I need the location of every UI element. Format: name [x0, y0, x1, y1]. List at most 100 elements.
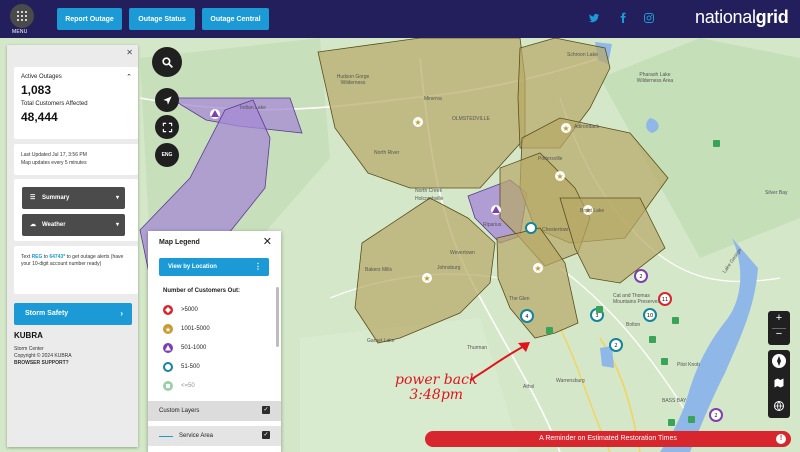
map-label: Hudson Gorge Wilderness [336, 74, 370, 86]
legend-close-icon[interactable]: ✕ [263, 235, 272, 248]
map-label: Chestertown [542, 227, 571, 233]
weather-dropdown-label: Weather [42, 222, 66, 228]
compass-icon [777, 356, 781, 366]
map-label: Johnsburg [437, 265, 461, 271]
summary-dropdown[interactable]: ☰ Summary ▾ [22, 187, 125, 209]
marker-circle-1 [525, 222, 537, 234]
map-label: Pharaoh Lake Wilderness Area [636, 72, 674, 84]
annotation-line2: 3:48pm [409, 387, 464, 403]
zoom-in-button[interactable]: + [768, 312, 790, 324]
svg-text:10: 10 [647, 313, 653, 319]
map-label: BASS BAY [662, 398, 687, 404]
active-outages-label: Active Outages [21, 74, 62, 80]
zoom-out-button[interactable]: − [768, 328, 790, 340]
legend-item-51-500: 51-500 [163, 361, 200, 373]
fullscreen-button[interactable] [155, 115, 179, 139]
svg-text:4: 4 [525, 314, 528, 320]
svg-text:2: 2 [639, 274, 642, 280]
marker-star-3: ★ [555, 171, 565, 181]
report-outage-button[interactable]: Report Outage [57, 8, 122, 30]
map-layers-icon[interactable] [773, 377, 785, 389]
storm-safety-label: Storm Safety [25, 310, 69, 317]
svg-text:★: ★ [165, 326, 171, 334]
svg-text:★: ★ [534, 264, 541, 273]
text-alert-keyword[interactable]: REG [32, 254, 43, 260]
marker-star-5: ★ [533, 263, 543, 273]
service-area-row[interactable]: Service Area ✓ [148, 426, 281, 446]
svg-text:★: ★ [414, 118, 421, 127]
text-alert-message: Text REG to 64743* to get outage alerts … [21, 254, 133, 268]
service-area-checkbox[interactable]: ✓ [262, 431, 270, 439]
instagram-icon[interactable] [643, 12, 655, 24]
storm-center-text: Storm Center [14, 346, 44, 352]
map-label: Athol [523, 384, 535, 390]
fullscreen-icon [162, 122, 172, 132]
panel-close-icon[interactable]: ✕ [126, 48, 133, 57]
map-label: Adirondack [574, 124, 600, 130]
view-by-location-label: View by Location [168, 264, 217, 270]
custom-layers-label: Custom Layers [159, 408, 200, 414]
marker-star-2: ★ [561, 123, 571, 133]
legend-label: 51-500 [181, 364, 200, 370]
facebook-icon[interactable] [617, 12, 629, 24]
active-outages-card: Active Outages ⌃ 1,083 Total Customers A… [14, 67, 138, 139]
locate-me-button[interactable] [155, 88, 179, 112]
legend-subtitle: Number of Customers Out: [163, 288, 241, 294]
map-label: Indian Lake [240, 105, 266, 111]
map-search-button[interactable] [152, 47, 182, 77]
service-area-line-icon [159, 436, 173, 437]
map-label: The Glen [509, 296, 530, 302]
legend-label: 1001-5000 [181, 326, 210, 332]
grid-menu-icon [17, 11, 27, 21]
chevron-up-icon[interactable]: ⌃ [126, 73, 132, 81]
custom-layers-checkbox[interactable]: ✓ [262, 406, 270, 414]
map-tools [768, 350, 790, 418]
legend-scrollbar[interactable] [276, 287, 279, 347]
outage-status-button[interactable]: Outage Status [129, 8, 195, 30]
map-label: Garnet Lake [367, 338, 395, 344]
weather-dropdown[interactable]: ☁ Weather ▾ [22, 214, 125, 236]
more-vertical-icon[interactable]: ⋮ [254, 262, 262, 271]
map-label: North Creek [415, 188, 442, 194]
twitter-icon[interactable] [588, 12, 600, 24]
menu-label: MENU [12, 29, 28, 35]
restoration-reminder-banner[interactable]: A Reminder on Estimated Restoration Time… [425, 431, 791, 447]
menu-button[interactable] [10, 4, 34, 28]
map-label: Riparius [483, 222, 502, 228]
map-label: Warrensburg [556, 378, 585, 384]
globe-icon[interactable] [773, 400, 785, 412]
text-alert-number[interactable]: 64743* [49, 254, 65, 260]
legend-label: <=50 [181, 383, 195, 389]
map-label: Minerva [424, 96, 442, 102]
marker-triangle-1 [210, 109, 220, 119]
active-outages-value: 1,083 [21, 83, 52, 97]
map-label: Schroon Lake [567, 52, 598, 58]
green-square-icon [163, 381, 173, 391]
map-label: Bakers Mills [365, 267, 392, 273]
marker-cluster-10: 10 [643, 308, 657, 322]
marker-star-1: ★ [413, 117, 423, 127]
map-label: Pottersville [538, 156, 563, 162]
view-by-location-button[interactable]: View by Location ⋮ [159, 258, 269, 276]
map-label: Bolton [626, 322, 641, 328]
custom-layers-row[interactable]: Custom Layers ✓ [148, 401, 281, 421]
gold-star-icon: ★ [163, 324, 173, 334]
browser-support-link[interactable]: BROWSER SUPPORT? [14, 360, 72, 367]
svg-text:2: 2 [714, 413, 717, 419]
legend-item-501-1000: 501-1000 [163, 342, 206, 354]
teal-circle-icon [163, 362, 173, 372]
alert-icon: ! [776, 434, 786, 444]
nationalgrid-logo[interactable]: nationalgrid [695, 7, 789, 28]
outage-central-button[interactable]: Outage Central [202, 8, 269, 30]
storm-safety-button[interactable]: Storm Safety › [14, 303, 132, 325]
annotation-line1: power back [395, 372, 478, 388]
power-back-annotation: power back 3:48pm [395, 373, 477, 403]
marker-triangle-2 [491, 205, 501, 215]
last-updated-text: Last Updated Jul 17, 3:56 PM [21, 152, 87, 158]
compass-button[interactable] [772, 354, 786, 368]
map-label: Cat and Thomas Mountains Preserves [613, 293, 660, 305]
language-button[interactable]: ENG [155, 143, 179, 167]
map-label: Brant Lake [580, 208, 605, 214]
last-updated-card: Last Updated Jul 17, 3:56 PM Map updates… [14, 144, 138, 175]
legend-item-under-50: <=50 [163, 380, 195, 392]
